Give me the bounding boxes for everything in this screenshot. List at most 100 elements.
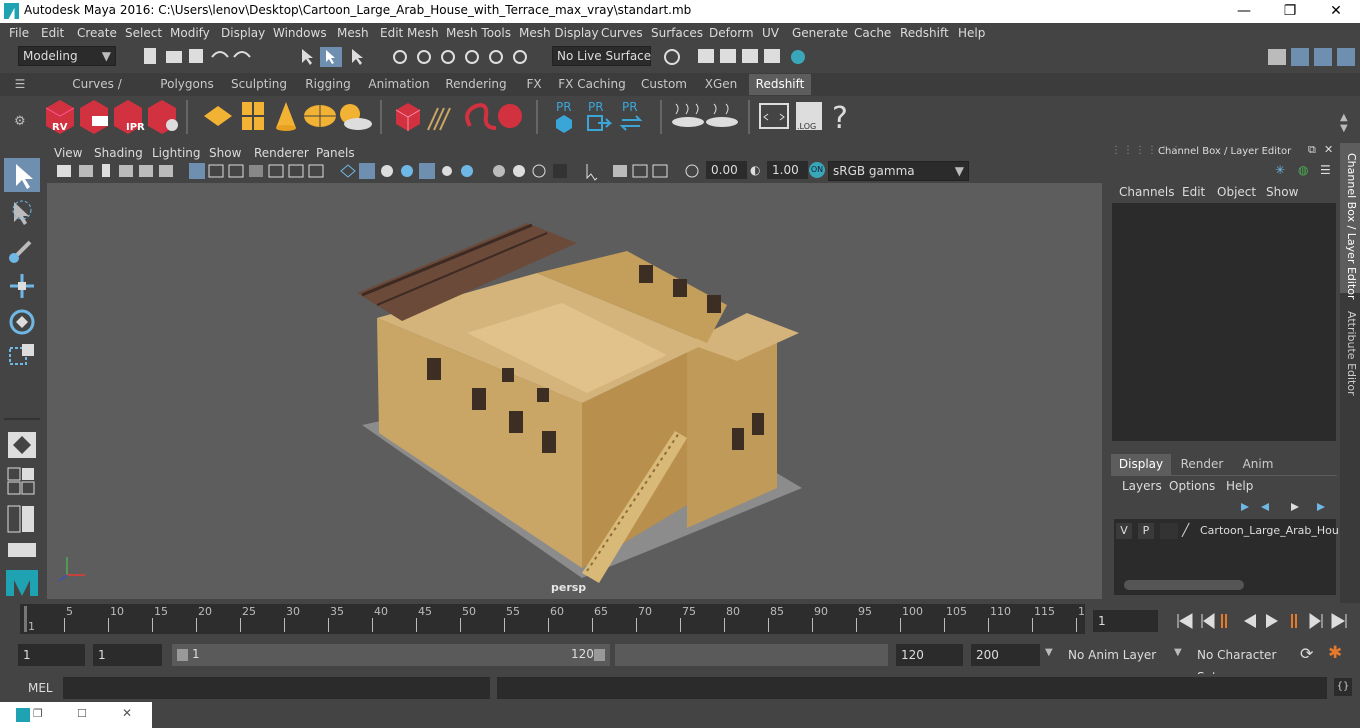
layer-tab-render[interactable]: Render [1174, 454, 1230, 475]
globe-icon[interactable]: ◍ [1298, 163, 1308, 177]
menu-surfaces[interactable]: Surfaces [651, 26, 703, 40]
layer-menu-options[interactable]: Options [1169, 479, 1215, 493]
timeline-tick-label: 30 [286, 605, 300, 618]
minimize-button[interactable]: — [1221, 0, 1267, 23]
channel-menu-object[interactable]: Object [1217, 185, 1256, 199]
character-set-dropdown[interactable]: No Character Set [1192, 644, 1291, 684]
menu-windows[interactable]: Windows [273, 26, 327, 40]
panel-menu-renderer[interactable]: Renderer [254, 146, 309, 160]
menu-file[interactable]: File [9, 26, 29, 40]
maximize-button[interactable]: ❐ [1267, 0, 1313, 23]
menu-create[interactable]: Create [77, 26, 117, 40]
color-management-icon[interactable]: ON [809, 162, 825, 178]
restore-icon[interactable]: ❐ [33, 707, 43, 720]
range-slider-track[interactable] [615, 644, 888, 666]
script-editor-icon[interactable]: {} [1334, 678, 1352, 696]
tab-rendering[interactable]: Rendering [442, 74, 510, 95]
close-small-icon[interactable]: ✕ [122, 706, 132, 720]
shelf-menu-icon[interactable]: ☰ [0, 74, 40, 95]
menu-edit-mesh[interactable]: Edit Mesh [380, 26, 439, 40]
menu-uv[interactable]: UV [762, 26, 779, 40]
tab-sculpting[interactable]: Sculpting [227, 74, 291, 95]
panel-menu-shading[interactable]: Shading [94, 146, 143, 160]
close-panel-icon[interactable]: ✕ [1324, 143, 1333, 156]
tab-animation[interactable]: Animation [365, 74, 433, 95]
tab-rigging[interactable]: Rigging [298, 74, 358, 95]
menu-select[interactable]: Select [125, 26, 162, 40]
menu-icon[interactable]: ☰ [1320, 163, 1331, 177]
range-start-handle[interactable] [177, 649, 188, 661]
channel-menu-show[interactable]: Show [1266, 185, 1298, 199]
color-space-dropdown[interactable]: sRGB gamma ▼ [828, 161, 969, 181]
mode-dropdown[interactable]: Modeling ▼ [18, 46, 116, 66]
tab-polygons[interactable]: Polygons [155, 74, 219, 95]
layer-tab-display[interactable]: Display [1111, 454, 1171, 475]
tab-fx[interactable]: FX [519, 74, 549, 95]
layer-type-toggle[interactable] [1160, 523, 1178, 539]
time-slider-track[interactable]: 1 5 10 15 20 25 30 35 40 45 50 55 60 65 70 75 80 85 90 95 10… [20, 604, 1085, 634]
channel-menu-edit[interactable]: Edit [1182, 185, 1205, 199]
current-time-marker[interactable] [24, 606, 27, 632]
menu-modify[interactable]: Modify [170, 26, 210, 40]
layer-name[interactable]: Cartoon_Large_Arab_Hou [1200, 524, 1339, 537]
menu-cache[interactable]: Cache [854, 26, 891, 40]
layer-tab-anim[interactable]: Anim [1232, 454, 1284, 475]
menu-deform[interactable]: Deform [709, 26, 754, 40]
gamma-field[interactable]: 1.00 [767, 161, 808, 179]
layer-visibility-toggle[interactable]: V [1116, 523, 1132, 539]
close-button[interactable]: ✕ [1313, 0, 1359, 23]
start-frame-field[interactable]: 1 [18, 644, 85, 666]
timeline-tick-label: 45 [418, 605, 432, 618]
range-end-handle[interactable] [594, 649, 605, 661]
auto-key-icon[interactable]: ⟳ [1300, 644, 1313, 663]
layer-menu-help[interactable]: Help [1226, 479, 1253, 493]
side-tab-attribute-editor[interactable]: Attribute Editor [1342, 311, 1358, 401]
gear-icon[interactable]: ⚙ [14, 114, 26, 129]
layer-color-icon[interactable]: ╱ [1182, 523, 1196, 539]
minimized-window[interactable]: ❐ ☐ ✕ [0, 702, 152, 728]
shelf-scroll-icon[interactable]: ▲ ▼ [1340, 112, 1348, 134]
toolbox [0, 150, 44, 602]
menu-generate[interactable]: Generate [792, 26, 848, 40]
layer-scrollbar[interactable] [1124, 580, 1244, 590]
tab-curves-surfaces[interactable]: Curves / Surfaces [46, 74, 148, 112]
menu-display[interactable]: Display [221, 26, 265, 40]
live-surface-field[interactable]: No Live Surface [552, 46, 651, 66]
range-slider[interactable]: 1 120 [172, 644, 610, 666]
shelf-pr-label-1: PR [556, 100, 572, 114]
tab-redshift[interactable]: Redshift [749, 74, 811, 95]
menu-edit[interactable]: Edit [41, 26, 64, 40]
channel-menu-channels[interactable]: Channels [1119, 185, 1175, 199]
layer-playback-toggle[interactable]: P [1138, 523, 1154, 539]
command-input[interactable] [63, 677, 490, 699]
playback-start-field[interactable]: 1 [93, 644, 162, 666]
tab-fx-caching[interactable]: FX Caching [556, 74, 628, 95]
panel-menu-view[interactable]: View [54, 146, 82, 160]
rs-light-panel-icon [242, 102, 264, 130]
side-tab-channel-box[interactable]: Channel Box / Layer Editor [1342, 153, 1358, 300]
tab-custom[interactable]: Custom [636, 74, 692, 95]
end-frame-field[interactable]: 200 [971, 644, 1040, 666]
panel-menu-panels[interactable]: Panels [316, 146, 355, 160]
menu-curves[interactable]: Curves [601, 26, 643, 40]
menu-redshift[interactable]: Redshift [900, 26, 949, 40]
menu-mesh-tools[interactable]: Mesh Tools [446, 26, 511, 40]
menu-mesh[interactable]: Mesh [337, 26, 369, 40]
anim-layer-dropdown[interactable]: No Anim Layer [1063, 644, 1166, 666]
viewport-persp[interactable]: persp [47, 183, 1102, 599]
rotate-tool-icon [9, 309, 35, 335]
playback-end-field[interactable]: 120 [896, 644, 963, 666]
command-type-label[interactable]: MEL [28, 681, 53, 695]
maximize-small-icon[interactable]: ☐ [77, 707, 87, 720]
panel-menu-show[interactable]: Show [209, 146, 241, 160]
layer-menu-layers[interactable]: Layers [1122, 479, 1162, 493]
menu-mesh-display[interactable]: Mesh Display [519, 26, 599, 40]
float-panel-icon[interactable]: ⧉ [1308, 143, 1316, 157]
current-frame-field[interactable]: 1 [1093, 610, 1158, 632]
menu-help[interactable]: Help [958, 26, 985, 40]
anim-prefs-icon[interactable]: ✱ [1328, 643, 1342, 663]
panel-menu-lighting[interactable]: Lighting [152, 146, 201, 160]
help-icon[interactable]: ? [832, 101, 848, 136]
tab-xgen[interactable]: XGen [700, 74, 742, 95]
exposure-field[interactable]: 0.00 [706, 161, 747, 179]
